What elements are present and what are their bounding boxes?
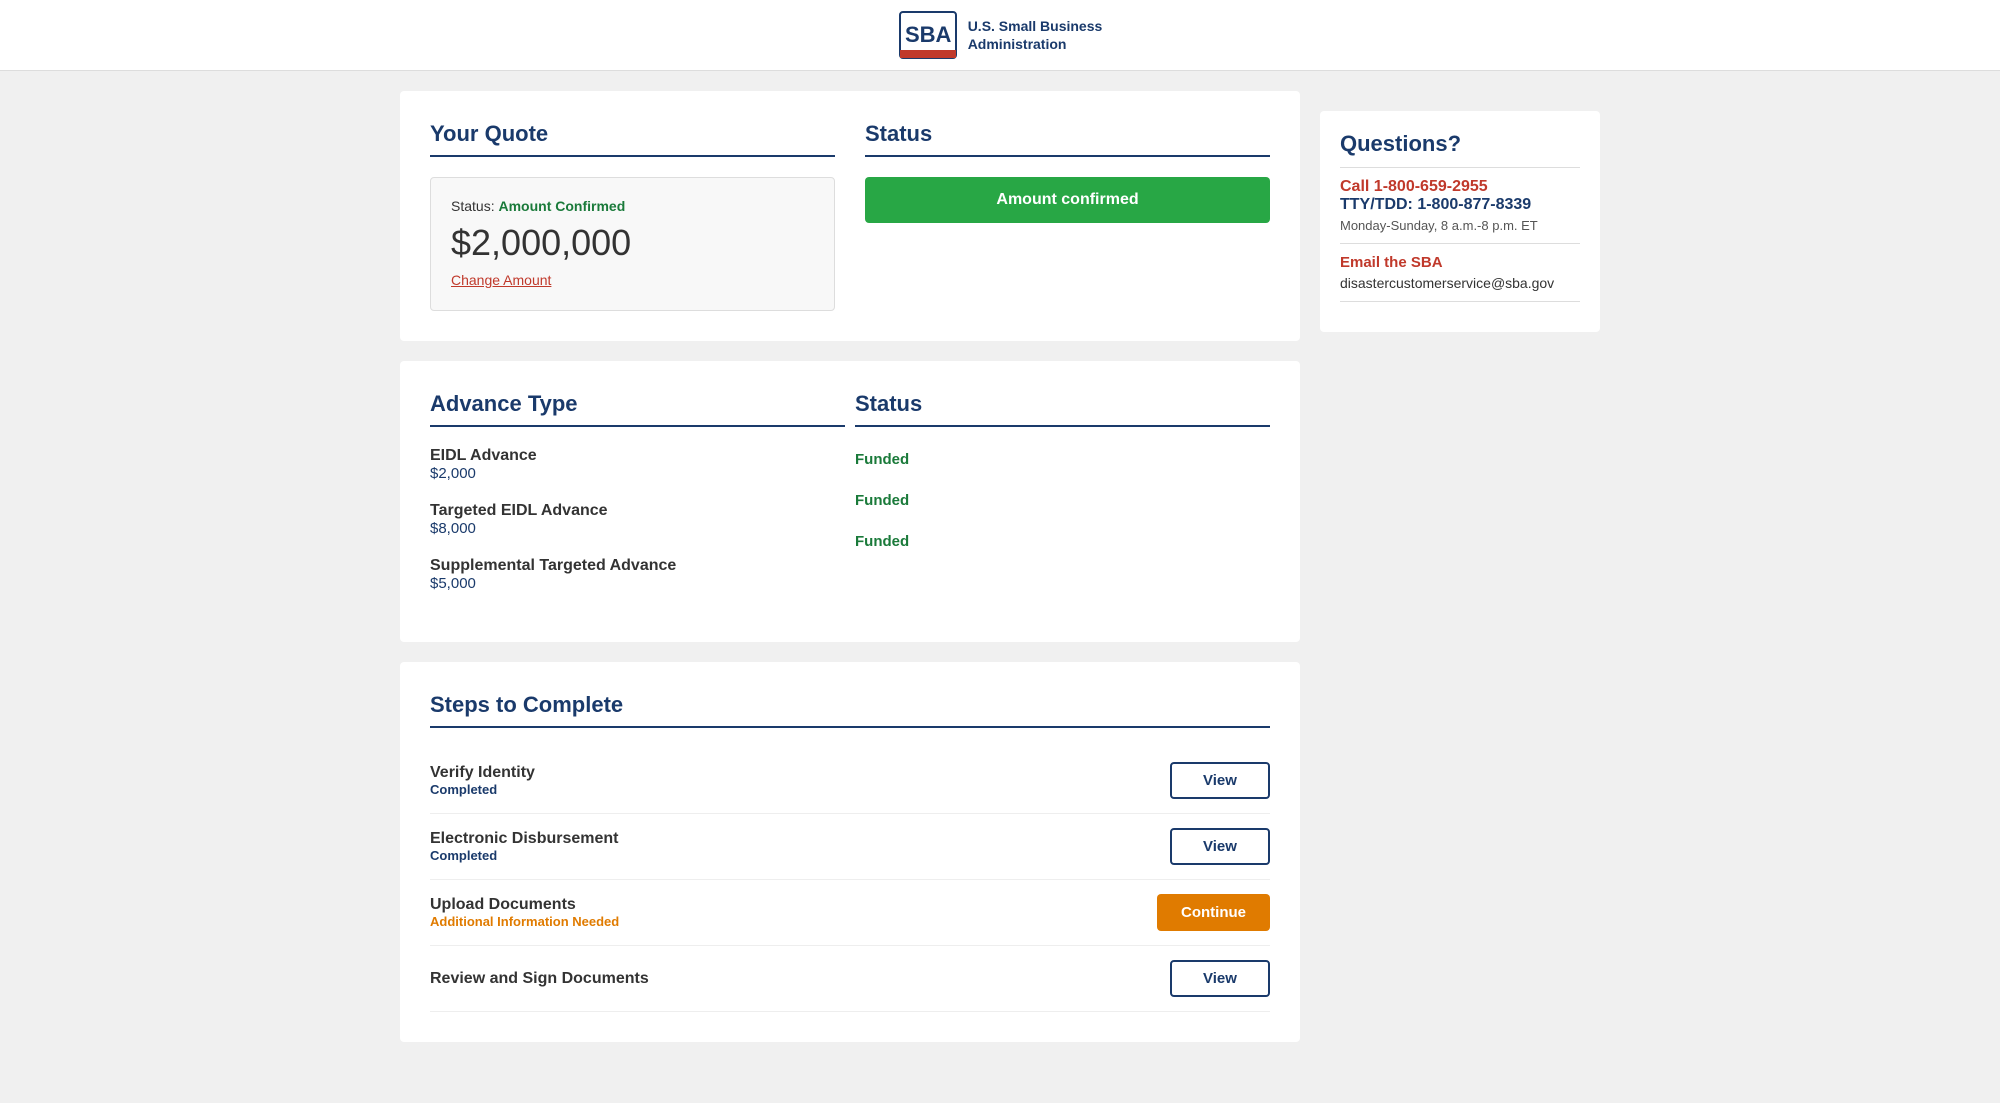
supplemental-funded-status: Funded [855, 529, 1270, 550]
step-upload-documents: Upload Documents Additional Information … [430, 880, 1270, 946]
step-review-sign: Review and Sign Documents View [430, 946, 1270, 1012]
status-section: Status Amount confirmed [865, 121, 1270, 311]
status-title: Status [865, 121, 1270, 157]
logo-container: SBA U.S. Small Business Administration [898, 10, 1103, 60]
targeted-eidl-advance-amount: $8,000 [430, 520, 845, 537]
tty-link[interactable]: TTY/TDD: 1-800-877-8339 [1340, 196, 1580, 214]
quote-status-value: Amount Confirmed [498, 198, 625, 214]
steps-card: Steps to Complete Verify Identity Comple… [400, 662, 1300, 1042]
targeted-eidl-advance-name: Targeted EIDL Advance [430, 502, 845, 520]
advance-status-title: Status [855, 391, 1270, 427]
eidl-advance-amount: $2,000 [430, 465, 845, 482]
email-label[interactable]: Email the SBA [1340, 254, 1580, 271]
advance-grid: Advance Type EIDL Advance $2,000 Targete… [430, 391, 1270, 612]
advance-type-title: Advance Type [430, 391, 845, 427]
step-verify-view-button[interactable]: View [1170, 762, 1270, 799]
sba-logo-icon: SBA [898, 10, 958, 60]
step-electronic-disbursement: Electronic Disbursement Completed View [430, 814, 1270, 880]
step-upload-continue-button[interactable]: Continue [1157, 894, 1270, 931]
step-disbursement-name: Electronic Disbursement [430, 830, 619, 848]
questions-section: Questions? Call 1-800-659-2955 TTY/TDD: … [1320, 111, 1600, 332]
eidl-advance-item: EIDL Advance $2,000 [430, 447, 845, 482]
step-verify-status: Completed [430, 782, 535, 797]
step-upload-info: Upload Documents Additional Information … [430, 896, 619, 929]
step-upload-status: Additional Information Needed [430, 914, 619, 929]
steps-title: Steps to Complete [430, 692, 1270, 728]
step-review-info: Review and Sign Documents [430, 970, 649, 988]
advance-type-col: Advance Type EIDL Advance $2,000 Targete… [430, 391, 845, 612]
content-area: Your Quote Status: Amount Confirmed $2,0… [400, 91, 1300, 1042]
supplemental-status-item: Funded [855, 529, 1270, 550]
questions-divider [1340, 167, 1580, 168]
advance-status-col: Status Funded Funded Funded [855, 391, 1270, 612]
hours-text: Monday-Sunday, 8 a.m.-8 p.m. ET [1340, 218, 1580, 233]
quote-status-card: Your Quote Status: Amount Confirmed $2,0… [400, 91, 1300, 341]
step-disbursement-view-button[interactable]: View [1170, 828, 1270, 865]
advance-type-card: Advance Type EIDL Advance $2,000 Targete… [400, 361, 1300, 642]
step-review-name: Review and Sign Documents [430, 970, 649, 988]
phone-link[interactable]: Call 1-800-659-2955 [1340, 178, 1580, 196]
email-divider [1340, 243, 1580, 244]
quote-status-label: Status: Amount Confirmed [451, 198, 814, 214]
supplemental-advance-name: Supplemental Targeted Advance [430, 557, 845, 575]
targeted-status-item: Funded [855, 488, 1270, 509]
step-verify-info: Verify Identity Completed [430, 764, 535, 797]
eidl-advance-name: EIDL Advance [430, 447, 845, 465]
main-layout: Your Quote Status: Amount Confirmed $2,0… [0, 71, 2000, 1062]
quote-amount: $2,000,000 [451, 222, 814, 264]
bottom-divider [1340, 301, 1580, 302]
step-verify-name: Verify Identity [430, 764, 535, 782]
targeted-funded-status: Funded [855, 488, 1270, 509]
email-address: disastercustomerservice@sba.gov [1340, 275, 1580, 291]
supplemental-advance-item: Supplemental Targeted Advance $5,000 [430, 557, 845, 592]
your-quote-section: Your Quote Status: Amount Confirmed $2,0… [430, 121, 835, 311]
targeted-eidl-advance-item: Targeted EIDL Advance $8,000 [430, 502, 845, 537]
amount-confirmed-button[interactable]: Amount confirmed [865, 177, 1270, 223]
quote-status-grid: Your Quote Status: Amount Confirmed $2,0… [430, 121, 1270, 311]
step-disbursement-info: Electronic Disbursement Completed [430, 830, 619, 863]
logo-text: U.S. Small Business Administration [968, 17, 1103, 53]
step-disbursement-status: Completed [430, 848, 619, 863]
supplemental-advance-amount: $5,000 [430, 575, 845, 592]
change-amount-link[interactable]: Change Amount [451, 272, 551, 288]
header: SBA U.S. Small Business Administration [0, 0, 2000, 71]
questions-title: Questions? [1340, 131, 1580, 157]
your-quote-title: Your Quote [430, 121, 835, 157]
eidl-funded-status: Funded [855, 447, 1270, 468]
step-verify-identity: Verify Identity Completed View [430, 748, 1270, 814]
sidebar: Questions? Call 1-800-659-2955 TTY/TDD: … [1320, 91, 1600, 1042]
eidl-status-item: Funded [855, 447, 1270, 468]
step-review-view-button[interactable]: View [1170, 960, 1270, 997]
quote-box: Status: Amount Confirmed $2,000,000 Chan… [430, 177, 835, 311]
step-upload-name: Upload Documents [430, 896, 619, 914]
svg-text:SBA: SBA [905, 22, 952, 47]
